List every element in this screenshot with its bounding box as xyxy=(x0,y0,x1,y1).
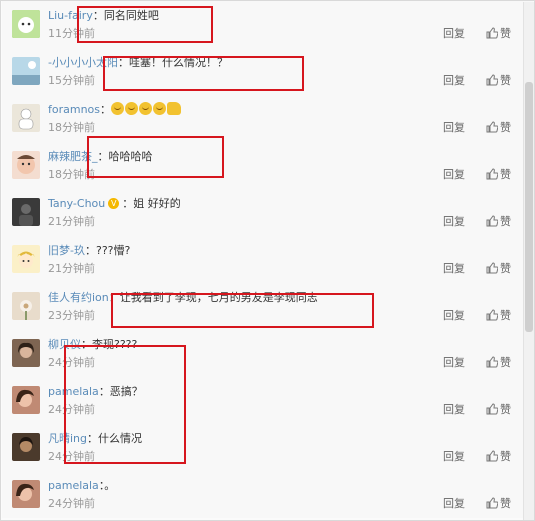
like-label: 赞 xyxy=(500,450,511,463)
reply-button[interactable]: 回复 xyxy=(443,401,465,417)
like-label: 赞 xyxy=(500,27,511,40)
thumbs-up-emoji-icon xyxy=(167,102,182,115)
comment-time: 23分钟前 xyxy=(48,309,95,322)
highlight-box xyxy=(103,56,304,91)
woman-photo-avatar[interactable] xyxy=(12,386,40,414)
reply-button[interactable]: 回复 xyxy=(443,166,465,182)
highlight-box xyxy=(111,293,374,328)
cat-green-avatar[interactable] xyxy=(12,10,40,38)
comment-row: 旧梦-玖：???懵? 21分钟前 回复 赞 xyxy=(2,236,533,284)
cartoon-boy-avatar[interactable] xyxy=(12,245,40,273)
like-button[interactable]: 赞 xyxy=(486,72,511,88)
reply-button[interactable]: 回复 xyxy=(443,354,465,370)
like-button[interactable]: 赞 xyxy=(486,119,511,135)
thumbs-up-icon xyxy=(486,262,499,274)
comment-time: 21分钟前 xyxy=(48,215,95,228)
scrollbar-thumb[interactable] xyxy=(525,82,533,332)
comment-text: ： xyxy=(100,103,112,116)
like-button[interactable]: 赞 xyxy=(486,213,511,229)
flower-avatar[interactable] xyxy=(12,292,40,320)
thumbs-up-icon xyxy=(486,27,499,39)
dark-photo-avatar[interactable] xyxy=(12,433,40,461)
woman-photo-avatar[interactable] xyxy=(12,339,40,367)
like-label: 赞 xyxy=(500,403,511,416)
reply-button[interactable]: 回复 xyxy=(443,260,465,276)
like-label: 赞 xyxy=(500,262,511,275)
comment-author[interactable]: foramnos xyxy=(48,103,100,116)
thumbs-up-icon xyxy=(486,450,499,462)
woman-photo-avatar[interactable] xyxy=(12,480,40,508)
comment-row: pamelala：。 24分钟前 回复 赞 xyxy=(2,471,533,518)
like-label: 赞 xyxy=(500,497,511,510)
comment-time: 24分钟前 xyxy=(48,497,95,510)
highlight-box xyxy=(64,345,186,464)
thumbs-up-icon xyxy=(486,497,499,509)
thumbs-up-icon xyxy=(486,74,499,86)
thumbs-up-icon xyxy=(486,168,499,180)
like-label: 赞 xyxy=(500,309,511,322)
comment-author[interactable]: 佳人有约ion xyxy=(48,291,109,304)
scrollbar[interactable] xyxy=(523,2,534,520)
reply-button[interactable]: 回复 xyxy=(443,307,465,323)
comment-author[interactable]: 旧梦-玖 xyxy=(48,244,85,257)
highlight-box xyxy=(77,6,213,43)
thumbs-up-icon xyxy=(486,121,499,133)
reply-button[interactable]: 回复 xyxy=(443,213,465,229)
comment-text: ：姐 好好的 xyxy=(122,197,181,210)
like-button[interactable]: 赞 xyxy=(486,25,511,41)
dark-photo-avatar[interactable] xyxy=(12,198,40,226)
comment-time: 21分钟前 xyxy=(48,262,95,275)
thumbs-up-icon xyxy=(486,356,499,368)
like-button[interactable]: 赞 xyxy=(486,354,511,370)
like-label: 赞 xyxy=(500,121,511,134)
comment-row: Tany-Chou V ：姐 好好的 21分钟前 回复 赞 xyxy=(2,189,533,237)
like-button[interactable]: 赞 xyxy=(486,448,511,464)
thumbs-up-icon xyxy=(486,215,499,227)
reply-button[interactable]: 回复 xyxy=(443,119,465,135)
like-button[interactable]: 赞 xyxy=(486,401,511,417)
comment-text: ：。 xyxy=(98,479,116,492)
like-button[interactable]: 赞 xyxy=(486,260,511,276)
like-label: 赞 xyxy=(500,168,511,181)
reply-button[interactable]: 回复 xyxy=(443,25,465,41)
white-figure-avatar[interactable] xyxy=(12,104,40,132)
comment-time: 15分钟前 xyxy=(48,74,95,87)
like-button[interactable]: 赞 xyxy=(486,307,511,323)
sky-blue-avatar[interactable] xyxy=(12,57,40,85)
like-button[interactable]: 赞 xyxy=(486,495,511,511)
laughing-emoji-icon xyxy=(111,102,125,115)
verified-badge-icon: V xyxy=(108,198,120,209)
reply-button[interactable]: 回复 xyxy=(443,448,465,464)
like-label: 赞 xyxy=(500,215,511,228)
thumbs-up-icon xyxy=(486,309,499,321)
comment-author[interactable]: pamelala xyxy=(48,479,99,492)
comment-time: 18分钟前 xyxy=(48,121,95,134)
comment-text: ：???懵? xyxy=(84,244,131,257)
like-label: 赞 xyxy=(500,356,511,369)
highlight-box xyxy=(87,136,224,178)
reply-button[interactable]: 回复 xyxy=(443,495,465,511)
laughing-emoji-icon xyxy=(125,102,139,115)
reply-button[interactable]: 回复 xyxy=(443,72,465,88)
comment-row: foramnos： 18分钟前 回复 赞 xyxy=(2,95,533,143)
laughing-emoji-icon xyxy=(153,102,167,115)
comment-row: 麻辣肥茶_：哈哈哈哈 18分钟前 回复 赞 xyxy=(2,142,533,190)
laughing-emoji-icon xyxy=(139,102,153,115)
comment-author[interactable]: Tany-Chou xyxy=(48,197,105,210)
child-photo-avatar[interactable] xyxy=(12,151,40,179)
emoji-row xyxy=(111,102,182,118)
thumbs-up-icon xyxy=(486,403,499,415)
like-button[interactable]: 赞 xyxy=(486,166,511,182)
like-label: 赞 xyxy=(500,74,511,87)
